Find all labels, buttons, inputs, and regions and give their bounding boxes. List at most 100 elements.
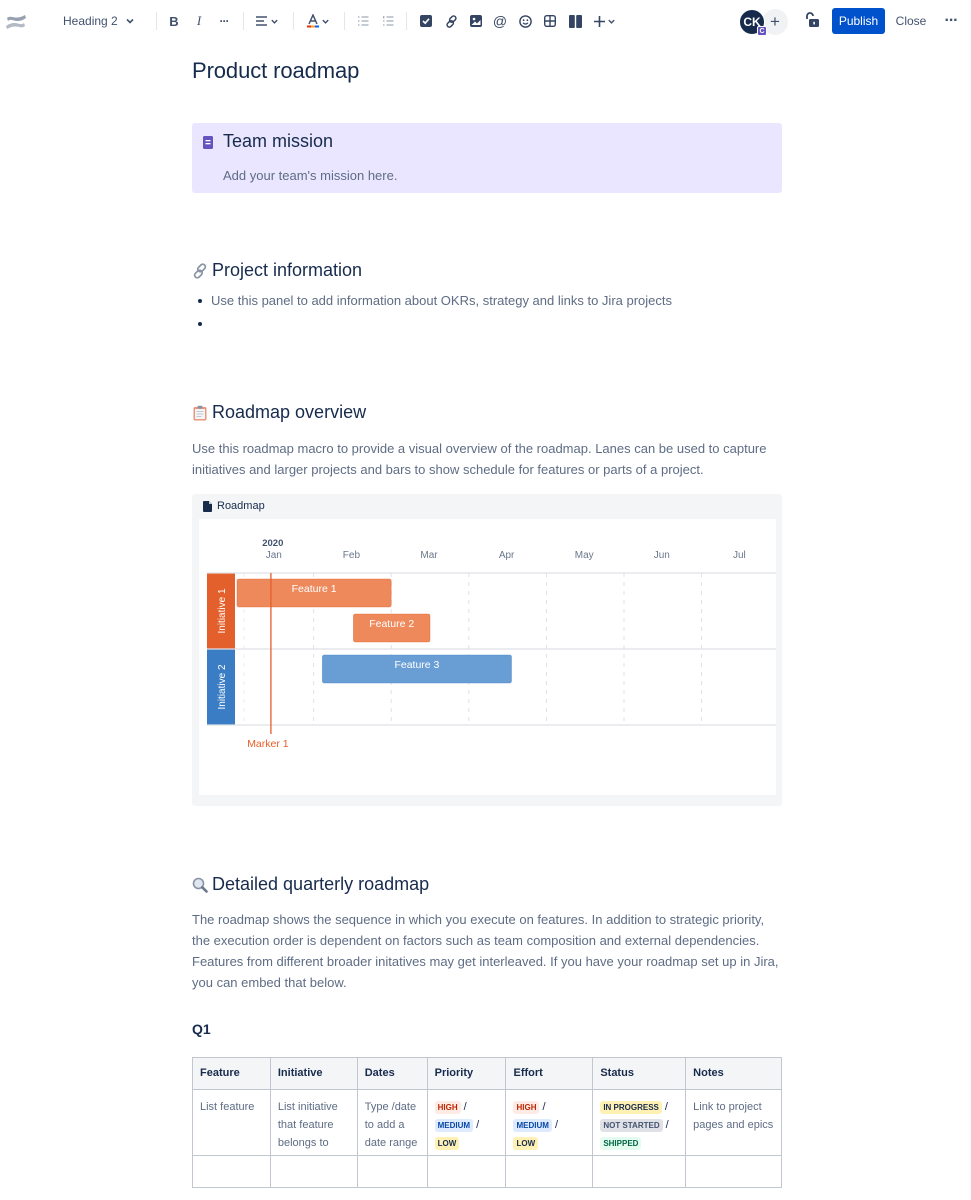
more-actions-button[interactable]: ··· <box>938 8 964 34</box>
column-header[interactable]: Priority <box>426 1057 507 1090</box>
list-item[interactable] <box>197 315 672 338</box>
empty-cell[interactable] <box>269 1155 358 1188</box>
layouts-icon <box>568 14 582 28</box>
roadmap-chart: 2020 Jan Feb Mar Apr May Jun Jul Initiative 1 Fea… <box>199 519 776 795</box>
feature-cell[interactable]: List feature <box>192 1089 271 1156</box>
status-lozenge[interactable]: NOT STARTED <box>600 1119 663 1132</box>
table-button[interactable] <box>541 8 559 34</box>
table-icon <box>544 15 556 27</box>
status-lozenge[interactable]: HIGH <box>513 1101 540 1114</box>
detailed-roadmap-title: Detailed quarterly roadmap <box>212 874 430 894</box>
link-icon <box>445 14 457 28</box>
project-information-heading: Project information <box>192 260 362 281</box>
roadmap-macro[interactable]: Roadmap 2020 Jan Feb Mar Apr May Jun Jul Initiat… <box>192 494 782 806</box>
publish-button[interactable]: Publish <box>832 8 885 34</box>
lane-label: Initiative 1 <box>217 588 228 633</box>
table-header-row: Feature Initiative Dates Priority Effort… <box>192 1057 782 1090</box>
clipboard-icon <box>193 405 207 420</box>
status-cell[interactable]: IN PROGRESS / NOT STARTED / SHIPPED <box>592 1089 687 1156</box>
layouts-button[interactable] <box>566 8 584 34</box>
list-item[interactable]: Use this panel to add information about … <box>197 292 672 315</box>
roadmap-overview-heading: Roadmap overview <box>192 402 366 423</box>
column-header[interactable]: Status <box>592 1057 687 1090</box>
month-tick-label: Jan <box>266 550 282 561</box>
roadmap-bar-label: Feature 1 <box>292 583 337 595</box>
empty-cell[interactable] <box>505 1155 594 1188</box>
empty-cell[interactable] <box>356 1155 428 1188</box>
month-tick-label: May <box>575 550 594 561</box>
project-information-list: Use this panel to add information about … <box>197 292 672 338</box>
text-color-dropdown[interactable] <box>304 8 332 34</box>
month-tick-label: Jun <box>654 550 670 561</box>
toolbar-divider <box>243 12 244 30</box>
separator: / <box>554 1119 558 1131</box>
column-header[interactable]: Feature <box>192 1057 271 1090</box>
column-header[interactable]: Notes <box>685 1057 782 1090</box>
link-button[interactable] <box>442 8 460 34</box>
status-lozenge[interactable]: SHIPPED <box>600 1137 642 1150</box>
close-button[interactable]: Close <box>891 8 931 34</box>
chevron-down-icon <box>125 16 135 26</box>
toolbar-divider <box>344 12 345 30</box>
table-row <box>192 1155 782 1188</box>
quarter-heading: Q1 <box>192 1021 211 1037</box>
team-mission-text[interactable]: Add your team's mission here. <box>223 168 397 183</box>
note-icon <box>203 136 213 149</box>
text-style-dropdown[interactable]: Heading 2 <box>55 8 143 34</box>
action-item-button[interactable] <box>417 8 435 34</box>
status-lozenge[interactable]: MEDIUM <box>513 1119 552 1132</box>
insert-dropdown[interactable] <box>591 8 619 34</box>
column-header[interactable]: Dates <box>356 1057 428 1090</box>
toolbar-divider <box>293 12 294 30</box>
initiative-cell[interactable]: List initiative that feature belongs to <box>269 1089 358 1156</box>
separator: / <box>664 1101 668 1113</box>
status-lozenge[interactable]: IN PROGRESS <box>600 1101 662 1114</box>
plus-icon <box>594 15 605 27</box>
notes-cell[interactable]: Link to project pages and epics <box>685 1089 782 1156</box>
month-tick-label: Jul <box>733 550 746 561</box>
roadmap-overview-description: Use this roadmap macro to provide a visu… <box>192 441 767 477</box>
status-lozenge[interactable]: LOW <box>434 1137 460 1150</box>
team-mission-panel[interactable]: Team mission Add your team's mission her… <box>192 123 782 193</box>
marker-label: Marker 1 <box>247 738 289 750</box>
column-header[interactable]: Initiative <box>269 1057 358 1090</box>
page-title[interactable]: Product roadmap <box>192 58 359 84</box>
priority-cell[interactable]: HIGH / MEDIUM / LOW <box>426 1089 507 1156</box>
column-header[interactable]: Effort <box>505 1057 594 1090</box>
emoji-icon <box>518 14 532 28</box>
mention-button[interactable]: @ <box>491 8 509 34</box>
month-tick-label: Feb <box>343 550 361 561</box>
empty-cell[interactable] <box>685 1155 782 1188</box>
roadmap-macro-title: Roadmap <box>217 500 265 512</box>
status-lozenge[interactable]: MEDIUM <box>434 1119 474 1132</box>
status-lozenge[interactable]: LOW <box>513 1137 539 1150</box>
magnifying-glass-icon <box>192 877 208 893</box>
chevron-down-icon <box>270 19 278 24</box>
empty-cell[interactable] <box>592 1155 687 1188</box>
italic-button[interactable]: I <box>190 8 208 34</box>
confluence-logo-icon[interactable] <box>5 11 27 33</box>
project-information-title: Project information <box>212 260 363 280</box>
dates-cell[interactable]: Type /date to add a date range <box>356 1089 428 1156</box>
avatar-badge-label: C <box>759 27 765 35</box>
bold-button[interactable]: B <box>165 8 183 34</box>
text-color-icon <box>306 14 319 28</box>
roadmap-macro-label[interactable]: Roadmap <box>203 500 265 512</box>
team-mission-title: Team mission <box>223 131 334 151</box>
roadmap-chart-svg: 2020Jan Feb Mar Apr May Jun Jul Initiative 1 Fea… <box>207 538 776 750</box>
document-icon <box>203 500 212 512</box>
unlock-icon[interactable] <box>804 11 820 29</box>
alignment-dropdown[interactable] <box>253 8 281 34</box>
more-formatting-button[interactable]: ··· <box>214 8 234 34</box>
image-button[interactable] <box>467 8 485 34</box>
numbered-list-button[interactable] <box>379 8 397 34</box>
toolbar-divider <box>156 12 157 30</box>
empty-cell[interactable] <box>192 1155 271 1188</box>
bullet-list-button[interactable] <box>354 8 372 34</box>
bullet-list-icon <box>357 16 368 26</box>
month-tick-label: Apr <box>499 550 515 561</box>
effort-cell[interactable]: HIGH / MEDIUM / LOW <box>505 1089 594 1156</box>
empty-cell[interactable] <box>426 1155 507 1188</box>
emoji-button[interactable] <box>516 8 534 34</box>
status-lozenge[interactable]: HIGH <box>434 1101 461 1114</box>
